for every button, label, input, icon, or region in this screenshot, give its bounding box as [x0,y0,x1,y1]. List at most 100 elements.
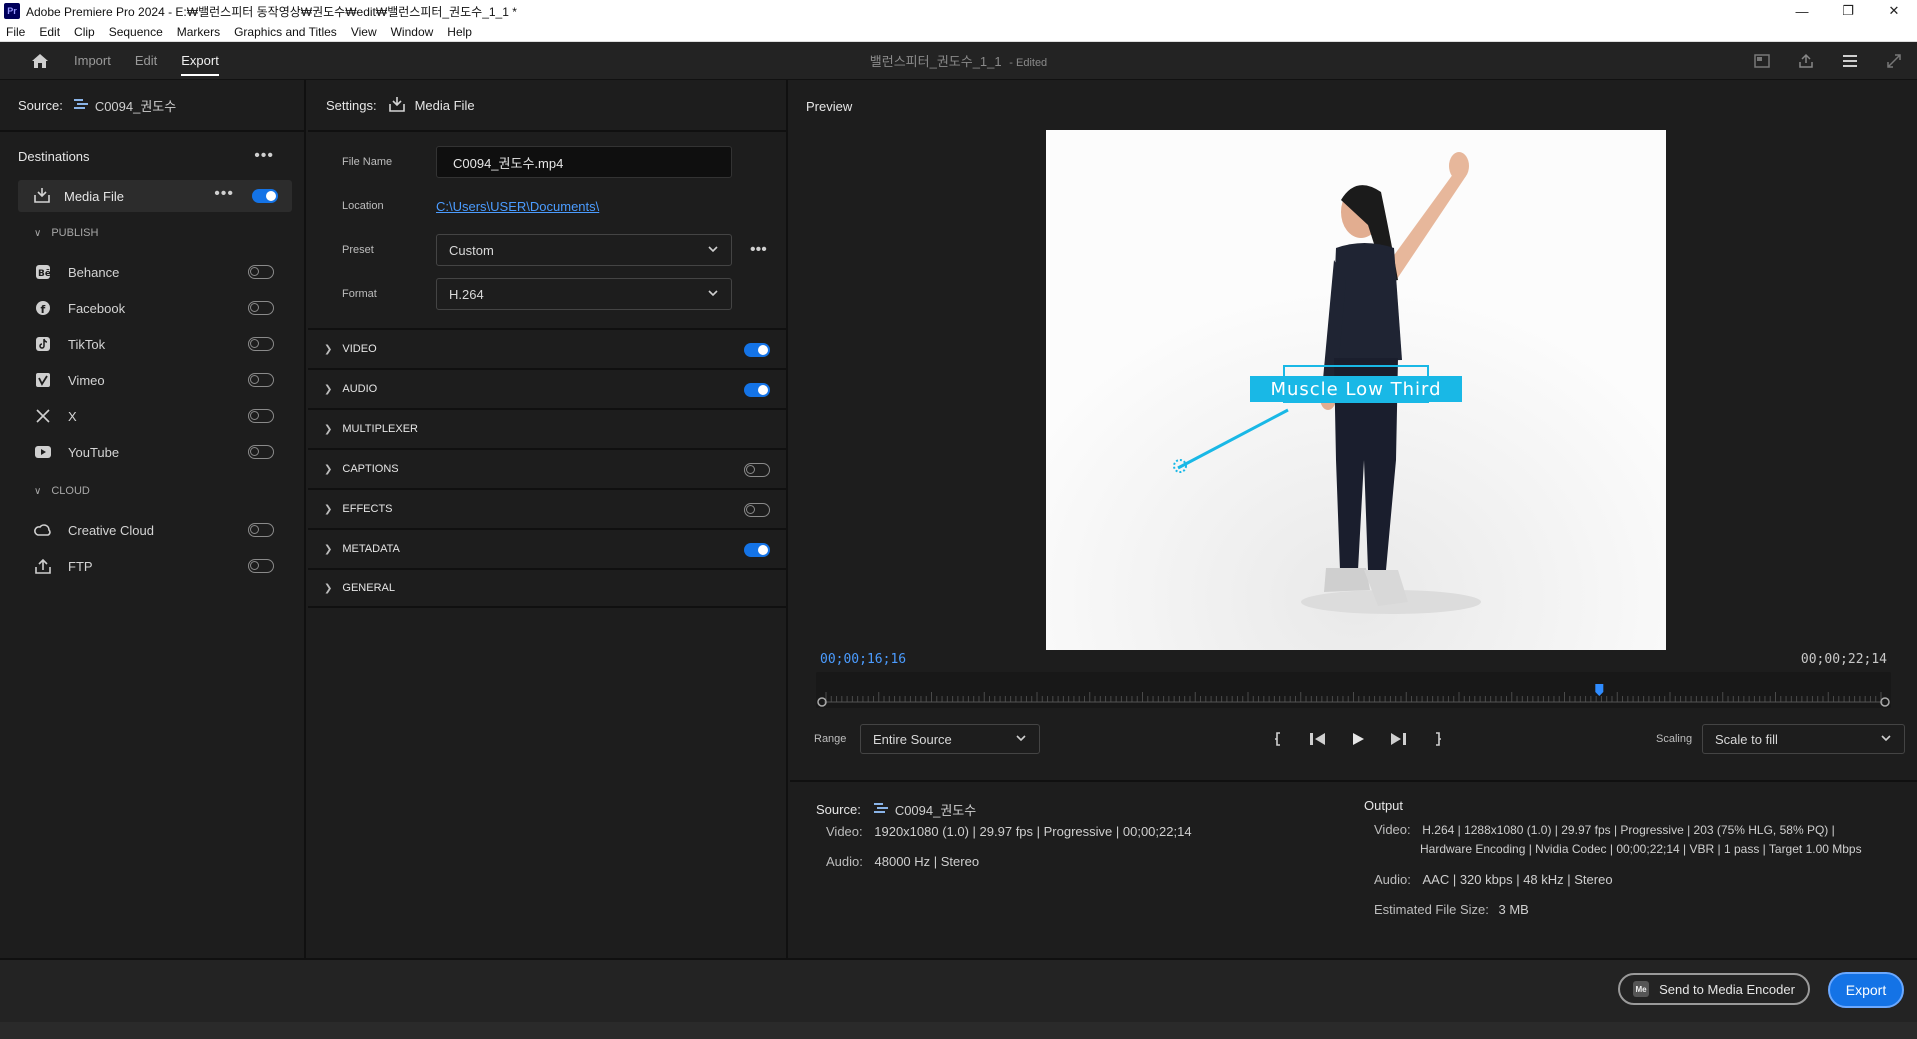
footer-bar: Me Send to Media Encoder Export [0,958,1917,1022]
file-name-input[interactable]: C0094_권도수.mp4 [436,146,732,178]
section-multiplexer[interactable]: ❯ MULTIPLEXER [308,408,786,448]
x-toggle[interactable] [248,409,274,423]
vimeo-toggle[interactable] [248,373,274,387]
destinations-more-icon[interactable]: ••• [254,147,274,165]
destination-ftp[interactable]: FTP [0,548,304,584]
source-label: Source: [18,97,63,113]
captions-toggle[interactable] [744,463,770,477]
playhead[interactable] [1595,684,1604,696]
audio-toggle[interactable] [744,383,770,397]
premiere-logo-icon: Pr [4,3,20,19]
status-bar [0,1022,1917,1039]
destination-x[interactable]: X [0,398,304,434]
creative-cloud-icon [34,521,52,539]
tiktok-toggle[interactable] [248,337,274,351]
output-video-label: Video: [1374,822,1411,837]
share-icon[interactable] [1797,52,1815,70]
effects-toggle[interactable] [744,503,770,517]
document-status: - Edited [1009,57,1048,69]
youtube-toggle[interactable] [248,445,274,459]
mark-in-icon[interactable] [1268,728,1288,750]
destination-creative-cloud[interactable]: Creative Cloud [0,512,304,548]
mark-out-icon[interactable] [1428,728,1448,750]
creative-cloud-toggle[interactable] [248,523,274,537]
location-link[interactable]: C:\Users\USER\Documents\ [436,199,599,214]
chevron-down-icon: ∨ [34,227,42,239]
destinations-title: Destinations [18,148,90,164]
media-file-more-icon[interactable]: ••• [214,185,234,203]
section-audio[interactable]: ❯ AUDIO [308,368,786,408]
transport-bar: Range Entire Source Scaling Scale to fil… [790,720,1917,760]
behance-toggle[interactable] [248,265,274,279]
menu-help[interactable]: Help [447,25,472,39]
menu-clip[interactable]: Clip [74,25,95,39]
ftp-icon [34,557,52,575]
restore-icon[interactable]: ❐ [1825,0,1871,22]
preset-label: Preset [342,244,374,256]
fullscreen-icon[interactable] [1885,52,1903,70]
output-audio-info: AAC | 320 kbps | 48 kHz | Stereo [1422,872,1613,887]
timeline-ruler [817,684,1890,707]
home-icon[interactable] [18,53,62,69]
destinations-header: Destinations ••• [0,132,304,180]
destination-vimeo[interactable]: Vimeo [0,362,304,398]
send-to-media-encoder-button[interactable]: Me Send to Media Encoder [1618,973,1810,1005]
section-audio-label: AUDIO [342,383,378,395]
menu-graphics-and-titles[interactable]: Graphics and Titles [234,25,337,39]
tab-export[interactable]: Export [181,42,219,80]
tab-import[interactable]: Import [74,42,111,80]
preset-value: Custom [449,242,494,258]
menu-sequence[interactable]: Sequence [109,25,163,39]
menu-file[interactable]: File [6,25,25,39]
chevron-right-icon: ❯ [324,503,333,515]
scaling-select[interactable]: Scale to fill [1702,724,1905,754]
play-icon[interactable] [1348,728,1368,750]
playback-controls [1268,728,1448,750]
menu-edit[interactable]: Edit [39,25,60,39]
sequence-icon [73,97,89,114]
menu-markers[interactable]: Markers [177,25,220,39]
close-icon[interactable]: ✕ [1871,0,1917,22]
step-forward-icon[interactable] [1388,728,1408,750]
section-metadata[interactable]: ❯ METADATA [308,528,786,568]
ftp-label: FTP [68,558,93,574]
location-row: Location C:\Users\USER\Documents\ [308,184,786,228]
destination-facebook[interactable]: f Facebook [0,290,304,326]
preset-select[interactable]: Custom [436,234,732,266]
media-encoder-icon: Me [1633,981,1650,997]
section-video[interactable]: ❯ VIDEO [308,328,786,368]
section-general[interactable]: ❯ GENERAL [308,568,786,608]
menu-window[interactable]: Window [391,25,434,39]
section-metadata-label: METADATA [342,543,400,555]
ftp-toggle[interactable] [248,559,274,573]
format-select[interactable]: H.264 [436,278,732,310]
destination-youtube[interactable]: YouTube [0,434,304,470]
metadata-toggle[interactable] [744,543,770,557]
destination-tiktok[interactable]: TikTok [0,326,304,362]
file-name-row: File Name C0094_권도수.mp4 [308,140,786,184]
facebook-toggle[interactable] [248,301,274,315]
range-select[interactable]: Entire Source [860,724,1040,754]
cloud-section[interactable]: ∨ CLOUD [0,470,304,512]
chevron-right-icon: ❯ [324,463,333,475]
step-back-icon[interactable] [1308,728,1328,750]
behance-icon: Bē [34,263,52,281]
menu-view[interactable]: View [351,25,377,39]
media-file-toggle[interactable] [252,189,278,203]
workspaces-menu-icon[interactable] [1841,52,1859,70]
current-time[interactable]: 00;00;16;16 [820,652,906,667]
video-toggle[interactable] [744,343,770,357]
timeline-scrubber[interactable] [816,672,1891,708]
export-button[interactable]: Export [1828,972,1904,1008]
section-captions[interactable]: ❯ CAPTIONS [308,448,786,488]
section-effects[interactable]: ❯ EFFECTS [308,488,786,528]
section-general-label: GENERAL [342,582,395,594]
destination-behance[interactable]: Bē Behance [0,254,304,290]
tab-edit[interactable]: Edit [135,42,157,80]
preset-more-icon[interactable]: ••• [750,241,767,259]
quick-export-icon[interactable] [1753,52,1771,70]
publish-section[interactable]: ∨ PUBLISH [0,212,304,254]
file-size-label: Estimated File Size: [1374,902,1489,917]
minimize-icon[interactable]: — [1779,0,1825,22]
destination-media-file[interactable]: Media File ••• [18,180,292,212]
